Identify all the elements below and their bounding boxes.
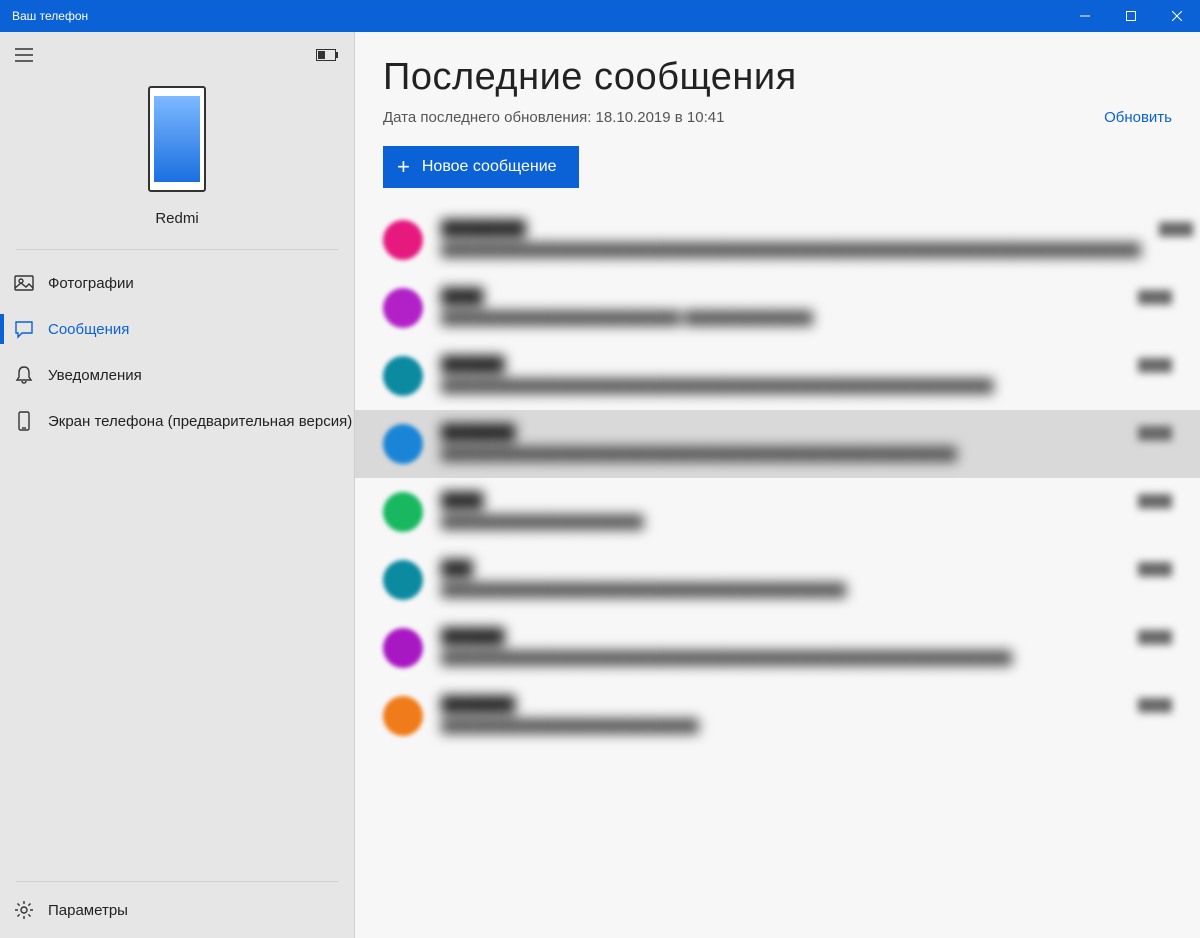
message-sender: ████ — [441, 288, 1120, 305]
message-preview: ████████████████████████████████████████… — [441, 581, 1120, 599]
message-sender: ████ — [441, 492, 1120, 509]
window-controls — [1062, 0, 1200, 32]
message-time: ████ — [1138, 696, 1172, 712]
message-sender: ███████ — [441, 696, 1120, 713]
phone-preview: Redmi — [0, 78, 354, 241]
battery-icon — [316, 49, 338, 61]
phone-screen-icon — [14, 411, 34, 431]
message-time: ████ — [1138, 288, 1172, 304]
message-row[interactable]: ████ ██████████████████████████ █████████… — [355, 274, 1200, 342]
content-area: Последние сообщения Дата последнего обно… — [355, 32, 1200, 938]
message-preview: ████████████████████████████ — [441, 717, 1120, 735]
hamburger-button[interactable] — [8, 39, 40, 71]
message-body: ██████████████████████████ — [441, 492, 1120, 531]
message-preview: ████████████████████████████████████████… — [441, 377, 1120, 395]
messages-icon — [14, 319, 34, 339]
message-time: ████ — [1159, 220, 1193, 236]
avatar — [383, 492, 423, 532]
sidebar-item-notifications[interactable]: Уведомления — [0, 352, 354, 398]
avatar — [383, 424, 423, 464]
sidebar: Redmi Фотографии Сообщения Уведомлени — [0, 32, 355, 938]
message-body: ████████████████████████████████████████… — [441, 220, 1141, 259]
message-row[interactable]: ████████████████████████████████████████… — [355, 410, 1200, 478]
message-body: ████████████████████████████████████████… — [441, 356, 1120, 395]
message-preview: ██████████████████████ — [441, 513, 1120, 531]
page-title: Последние сообщения — [383, 56, 1172, 99]
message-time: ████ — [1138, 492, 1172, 508]
message-time: ████ — [1138, 560, 1172, 576]
message-time: ████ — [1138, 424, 1172, 440]
avatar — [383, 696, 423, 736]
avatar — [383, 628, 423, 668]
sidebar-item-messages[interactable]: Сообщения — [0, 306, 354, 352]
divider — [16, 249, 338, 250]
sidebar-item-phone-screen[interactable]: Экран телефона (предварительная версия) — [0, 398, 354, 444]
message-body: ████████████████████████████████████████… — [441, 560, 1120, 599]
sidebar-item-settings[interactable]: Параметры — [16, 882, 338, 938]
refresh-link[interactable]: Обновить — [1104, 109, 1172, 126]
message-preview: ██████████████████████████ █████████████… — [441, 309, 1120, 327]
message-body: ████████████████████████████████████████… — [441, 628, 1120, 667]
message-sender: ██████ — [441, 356, 1120, 373]
sidebar-nav: Фотографии Сообщения Уведомления Экран т… — [0, 260, 354, 881]
avatar — [383, 560, 423, 600]
message-row[interactable]: ████████████████████████████████████████… — [355, 206, 1200, 274]
message-preview: ████████████████████████████████████████… — [441, 649, 1120, 667]
bell-icon — [14, 365, 34, 385]
new-message-label: Новое сообщение — [422, 158, 557, 176]
message-body: ████ ██████████████████████████ █████████… — [441, 288, 1120, 327]
message-sender: ███ — [441, 560, 1120, 577]
avatar — [383, 288, 423, 328]
message-preview: ████████████████████████████████████████… — [441, 445, 1120, 463]
message-row[interactable]: ████████████████████████████████████████… — [355, 546, 1200, 614]
message-preview: ████████████████████████████████████████… — [441, 241, 1141, 259]
message-row[interactable]: ████████████████████████████████████████… — [355, 614, 1200, 682]
app-title: Ваш телефон — [0, 9, 1062, 23]
sidebar-item-label: Фотографии — [48, 275, 134, 292]
plus-icon: + — [397, 156, 410, 178]
titlebar: Ваш телефон — [0, 0, 1200, 32]
message-row[interactable]: ████████████████████████████████████████… — [355, 342, 1200, 410]
message-body: ███████████████████████████████████ — [441, 696, 1120, 735]
sidebar-item-label: Сообщения — [48, 321, 129, 338]
message-sender: ███████ — [441, 424, 1120, 441]
photos-icon — [14, 273, 34, 293]
avatar — [383, 356, 423, 396]
message-time: ████ — [1138, 628, 1172, 644]
gear-icon — [14, 900, 34, 920]
sidebar-item-photos[interactable]: Фотографии — [0, 260, 354, 306]
message-time: ████ — [1138, 356, 1172, 372]
message-sender: ████████ — [441, 220, 1141, 237]
message-sender: ██████ — [441, 628, 1120, 645]
close-button[interactable] — [1154, 0, 1200, 32]
phone-name: Redmi — [155, 210, 198, 227]
maximize-button[interactable] — [1108, 0, 1154, 32]
phone-device-icon — [148, 86, 206, 192]
sidebar-item-label: Экран телефона (предварительная версия) — [48, 413, 352, 430]
last-updated-text: Дата последнего обновления: 18.10.2019 в… — [383, 109, 724, 126]
minimize-button[interactable] — [1062, 0, 1108, 32]
sidebar-item-label: Уведомления — [48, 367, 142, 384]
avatar — [383, 220, 423, 260]
sidebar-item-label: Параметры — [48, 902, 128, 919]
new-message-button[interactable]: + Новое сообщение — [383, 146, 579, 188]
message-list[interactable]: ████████████████████████████████████████… — [355, 206, 1200, 938]
message-row[interactable]: ███████████████████████████████████████ — [355, 682, 1200, 750]
message-row[interactable]: ██████████████████████████████ — [355, 478, 1200, 546]
message-body: ████████████████████████████████████████… — [441, 424, 1120, 463]
